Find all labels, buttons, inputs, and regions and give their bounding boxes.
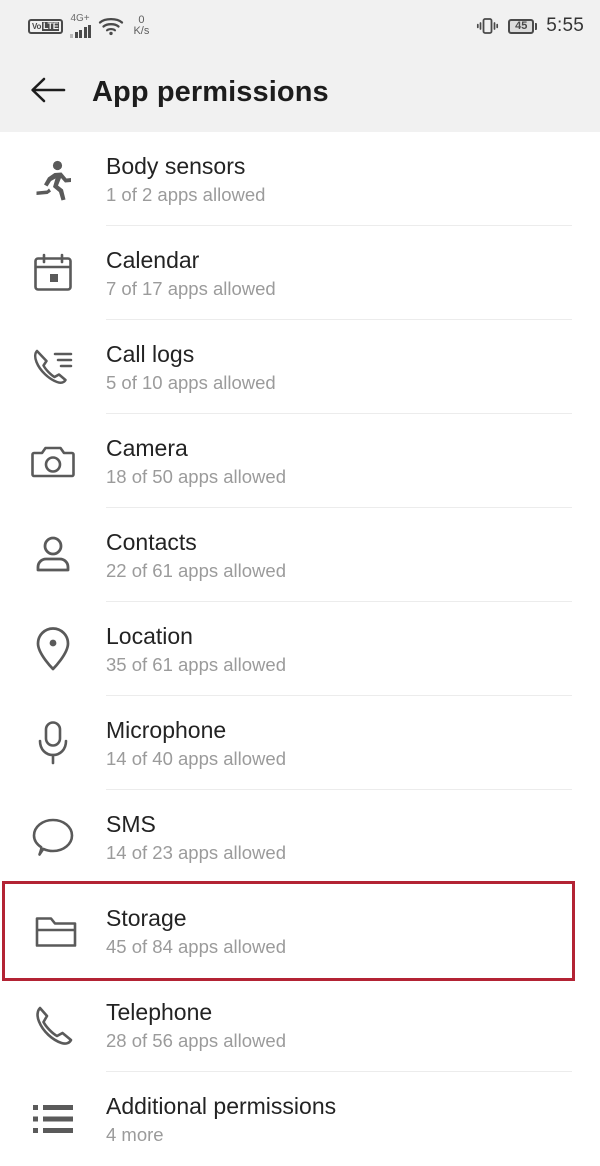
row-text: Call logs 5 of 10 apps allowed [106, 339, 276, 396]
permission-row-sms[interactable]: SMS 14 of 23 apps allowed [0, 790, 600, 884]
permission-row-microphone[interactable]: Microphone 14 of 40 apps allowed [0, 696, 600, 790]
vibrate-icon [475, 16, 499, 36]
permission-subtitle: 28 of 56 apps allowed [106, 1029, 286, 1051]
row-text: Telephone 28 of 56 apps allowed [106, 997, 286, 1054]
back-button[interactable] [26, 70, 70, 114]
permission-title: Additional permissions [106, 1092, 337, 1119]
permission-subtitle: 14 of 40 apps allowed [106, 747, 286, 769]
permissions-list: Body sensors 1 of 2 apps allowed Calenda… [0, 132, 600, 1166]
folder-icon [5, 911, 106, 951]
battery-icon: 45 [508, 18, 538, 34]
network-type-label: 4G+ [70, 13, 90, 24]
row-text: SMS 14 of 23 apps allowed [106, 809, 286, 866]
calendar-icon [0, 251, 106, 295]
additional-permissions-icon [0, 1102, 106, 1136]
back-arrow-icon [29, 75, 67, 110]
permission-title: Contacts [106, 528, 197, 555]
network-speed-indicator: 0 K/s [133, 15, 149, 37]
permission-title: Calendar [106, 246, 200, 273]
volte-prefix: Vo [32, 21, 42, 31]
permission-row-contacts[interactable]: Contacts 22 of 61 apps allowed [0, 508, 600, 602]
permission-row-storage[interactable]: Storage 45 of 84 apps allowed [2, 881, 575, 981]
permission-title: Telephone [106, 998, 213, 1025]
row-text: Microphone 14 of 40 apps allowed [106, 715, 286, 772]
permission-subtitle: 22 of 61 apps allowed [106, 559, 286, 581]
permission-row-call-logs[interactable]: Call logs 5 of 10 apps allowed [0, 320, 600, 414]
page-title: App permissions [92, 75, 329, 108]
permission-row-calendar[interactable]: Calendar 7 of 17 apps allowed [0, 226, 600, 320]
permission-title: SMS [106, 810, 156, 837]
permission-row-location[interactable]: Location 35 of 61 apps allowed [0, 602, 600, 696]
permission-subtitle: 18 of 50 apps allowed [106, 465, 286, 487]
permission-subtitle: 7 of 17 apps allowed [106, 277, 276, 299]
network-speed-unit: K/s [133, 25, 150, 37]
row-text: Body sensors 1 of 2 apps allowed [106, 151, 265, 208]
camera-icon [0, 441, 106, 481]
status-bar-left: Vo LTE 4G+ 0 K/s [28, 14, 149, 38]
status-bar-right: 45 5:55 [475, 15, 584, 37]
row-text: Storage 45 of 84 apps allowed [106, 903, 286, 960]
row-text: Camera 18 of 50 apps allowed [106, 433, 286, 490]
permission-subtitle: 14 of 23 apps allowed [106, 841, 286, 863]
permission-row-telephone[interactable]: Telephone 28 of 56 apps allowed [0, 978, 600, 1072]
permission-subtitle: 5 of 10 apps allowed [106, 371, 276, 393]
app-bar: App permissions [0, 52, 600, 132]
permission-row-additional-permissions[interactable]: Additional permissions 4 more [0, 1072, 600, 1166]
volte-suffix: LTE [42, 20, 60, 31]
permission-title: Body sensors [106, 152, 246, 179]
row-text: Location 35 of 61 apps allowed [106, 621, 286, 678]
permission-title: Call logs [106, 340, 195, 367]
permission-subtitle: 35 of 61 apps allowed [106, 653, 286, 675]
call-logs-icon [0, 345, 106, 389]
battery-level: 45 [508, 18, 535, 34]
row-text: Calendar 7 of 17 apps allowed [106, 245, 276, 302]
status-bar-clock: 5:55 [546, 15, 584, 36]
wifi-icon [98, 16, 124, 36]
permission-title: Storage [106, 904, 187, 931]
permission-subtitle: 45 of 84 apps allowed [106, 935, 286, 957]
permission-row-body-sensors[interactable]: Body sensors 1 of 2 apps allowed [0, 132, 600, 226]
signal-bars-icon: 4G+ [70, 13, 92, 38]
permission-title: Camera [106, 434, 188, 461]
permission-subtitle: 1 of 2 apps allowed [106, 183, 266, 205]
volte-icon: Vo LTE [28, 18, 64, 34]
contacts-icon [0, 533, 106, 577]
row-text: Contacts 22 of 61 apps allowed [106, 527, 286, 584]
permission-subtitle: 4 more [106, 1123, 164, 1145]
telephone-icon [0, 1003, 106, 1047]
microphone-icon [0, 719, 106, 767]
permission-title: Location [106, 622, 193, 649]
row-text: Additional permissions 4 more [106, 1091, 336, 1148]
sms-bubble-icon [0, 815, 106, 859]
signal-bar-group [70, 25, 92, 38]
location-pin-icon [0, 625, 106, 673]
status-bar: Vo LTE 4G+ 0 K/s 45 5:55 [0, 0, 600, 52]
permission-title: Microphone [106, 716, 227, 743]
permission-row-camera[interactable]: Camera 18 of 50 apps allowed [0, 414, 600, 508]
body-sensors-icon [0, 156, 106, 202]
battery-tip [535, 22, 538, 30]
